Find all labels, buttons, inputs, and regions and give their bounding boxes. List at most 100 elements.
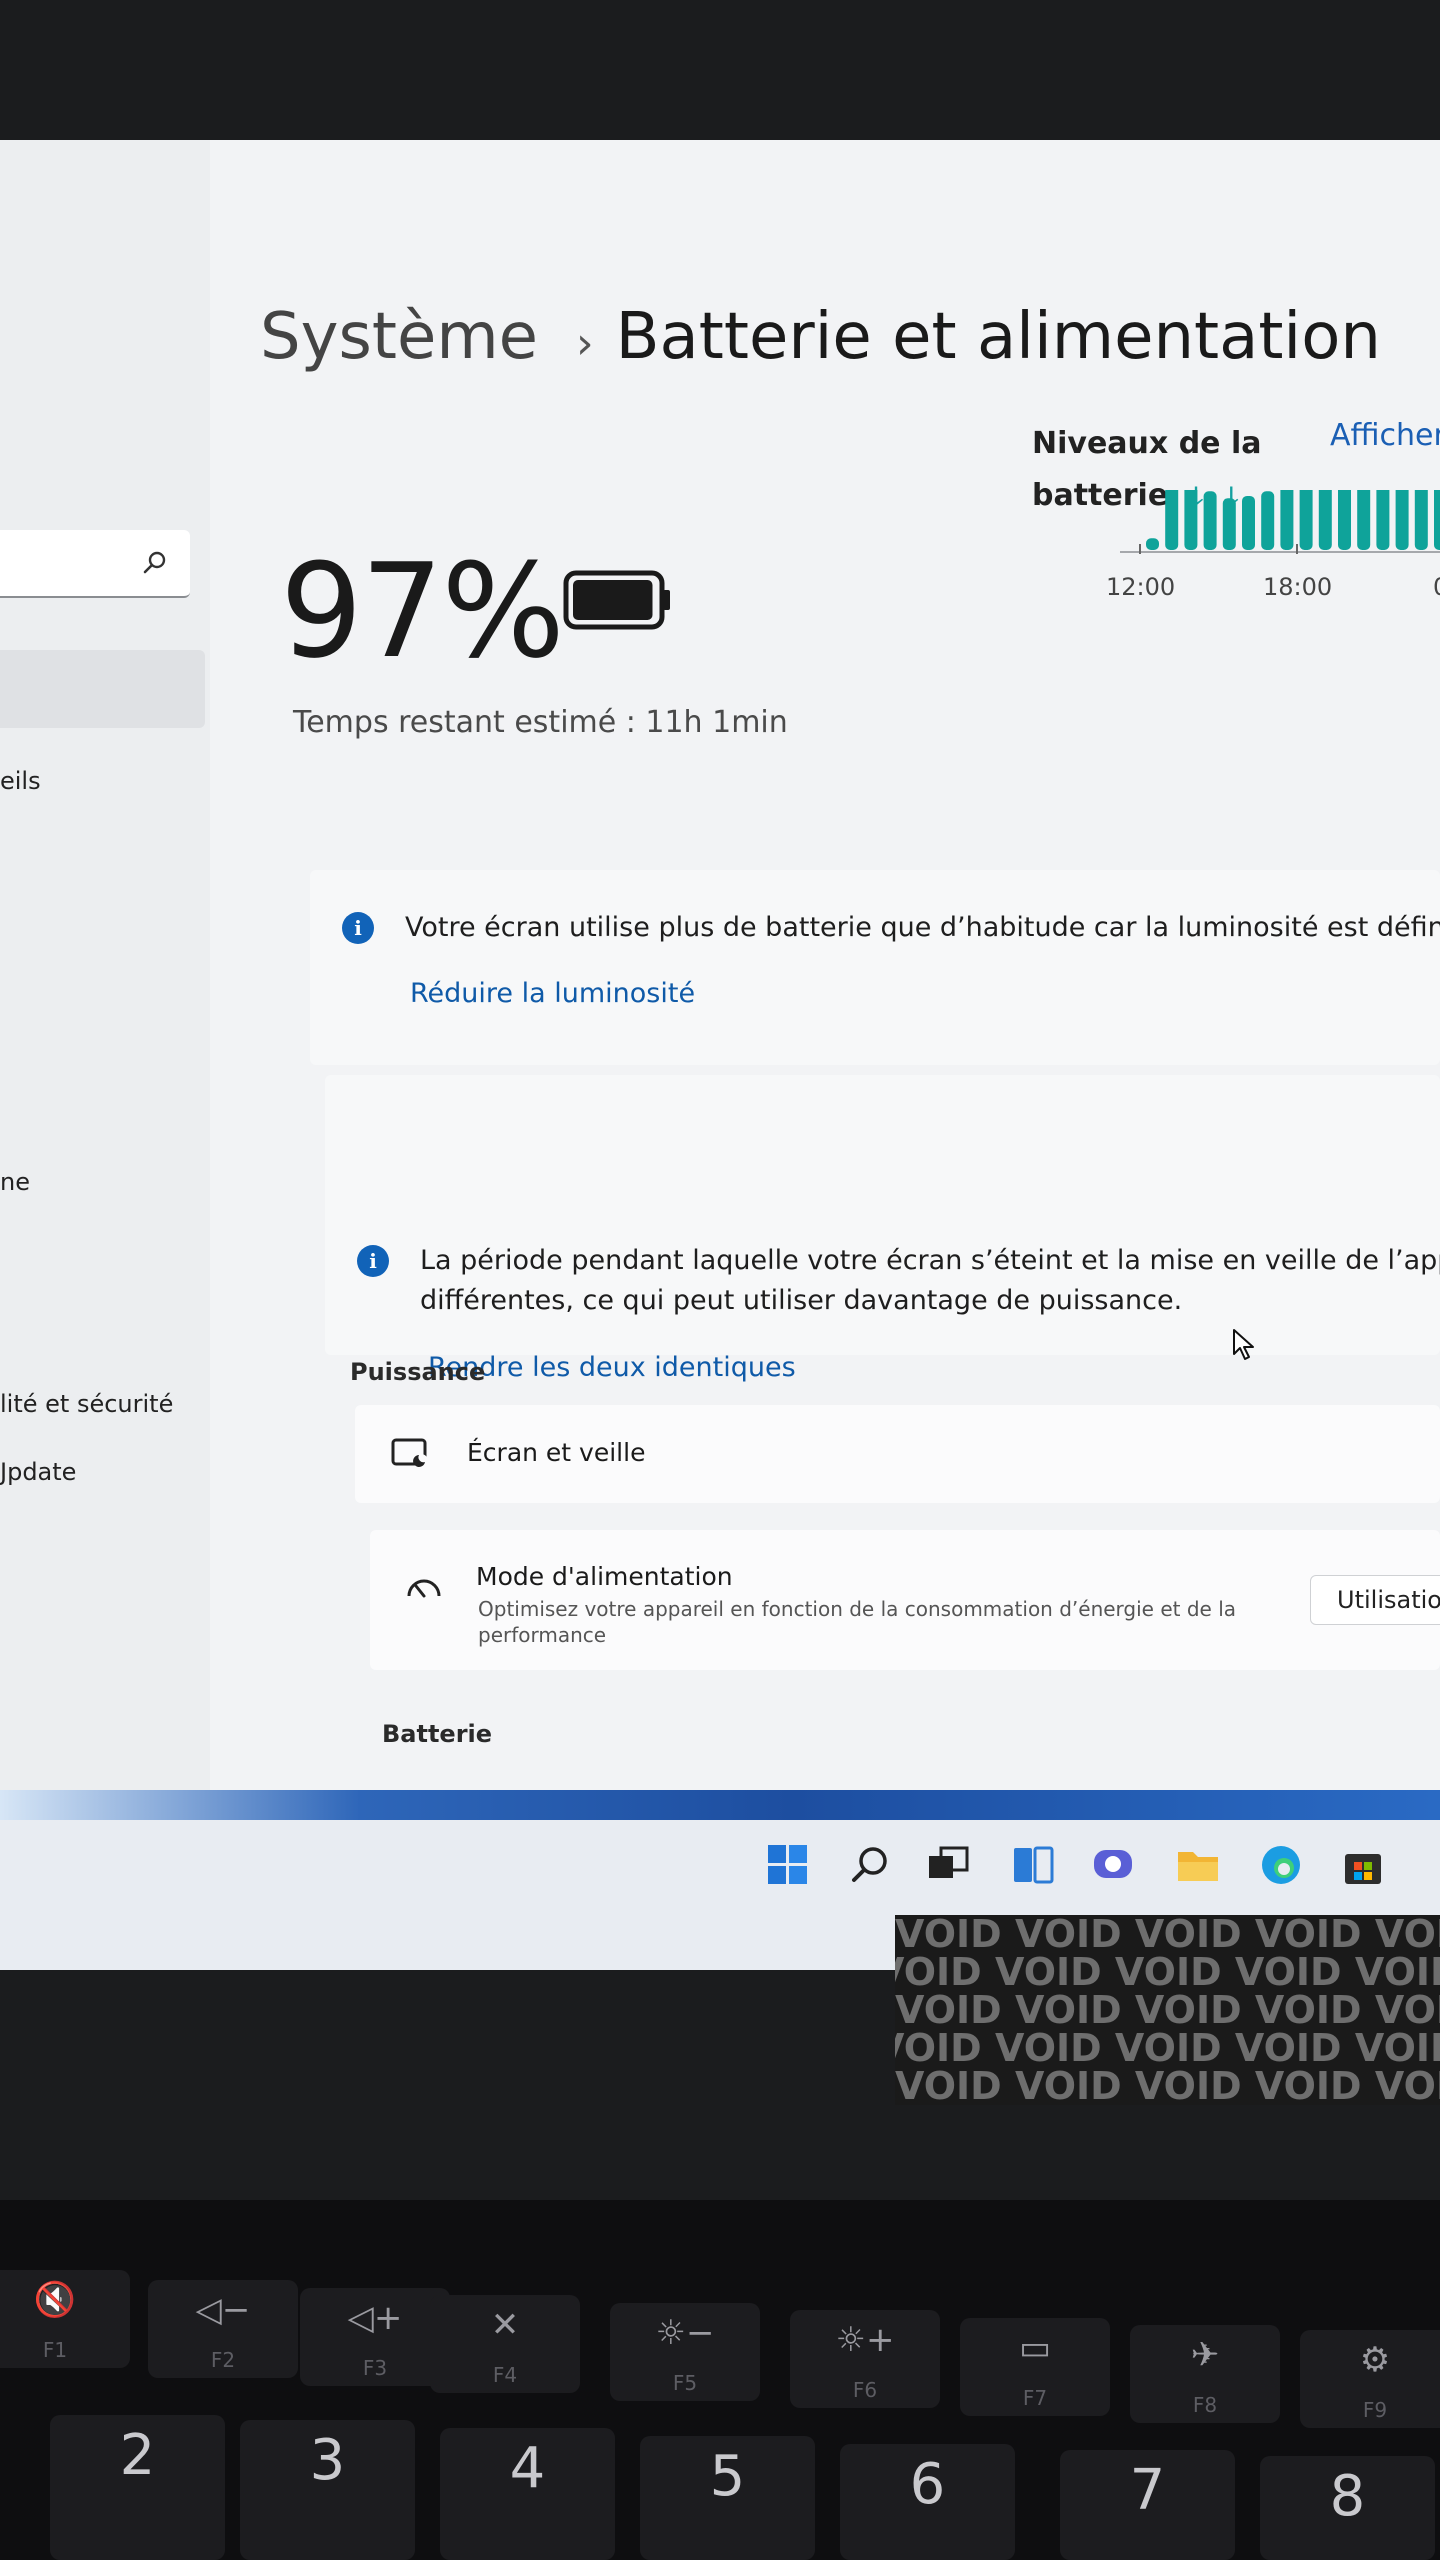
info-icon: i <box>357 1245 389 1277</box>
number-key-label: 4 <box>509 2436 546 2501</box>
screen-sleep-icon <box>391 1438 428 1468</box>
number-key[interactable]: 7 <box>1060 2450 1235 2560</box>
sticker-text-line: VOID VOID VOID VOID VOID VOID <box>895 2064 1440 2105</box>
info-card-brightness: i Votre écran utilise plus de batterie q… <box>310 870 1440 1065</box>
page-title: Batterie et alimentation <box>615 300 1381 374</box>
chart-bar <box>1376 490 1390 550</box>
widgets-icon[interactable] <box>1010 1842 1056 1888</box>
keyboard: 🔇 F1 ◁− F2 ◁+ F3 ✕ F4 ☼− F5 ☼+ F6 ▭ F7 ✈ F8 ⚙ F9 2 3 4 5 6 7 8 <box>0 2200 1440 2560</box>
function-key-glyph: 🔇 <box>33 2280 77 2320</box>
function-key[interactable]: ☼+ F6 <box>790 2310 940 2408</box>
number-key-label: 3 <box>309 2428 346 2493</box>
sidebar-item-selected[interactable] <box>0 650 205 728</box>
chart-bar <box>1165 490 1179 550</box>
function-key-glyph: ⚙ <box>1359 2340 1391 2380</box>
cursor-icon <box>1232 1328 1258 1366</box>
view-details-link[interactable]: Afficher <box>1330 418 1440 453</box>
sidebar: eils ne lité et sécurité Jpdate <box>0 140 210 1790</box>
info-card-sleep: i La période pendant laquelle votre écra… <box>325 1075 1440 1355</box>
start-icon[interactable] <box>765 1842 811 1888</box>
function-key[interactable]: ☼− F5 <box>610 2303 760 2401</box>
info-icon: i <box>342 912 374 944</box>
chart-bar <box>1299 490 1313 550</box>
power-mode-description-line: Optimisez votre appareil en fonction de … <box>478 1597 1237 1621</box>
chart-bar <box>1414 490 1428 550</box>
function-key[interactable]: ◁+ F3 <box>300 2288 450 2386</box>
power-mode-row[interactable]: Mode d'alimentation Optimisez votre appa… <box>370 1530 1440 1670</box>
breadcrumb: Système › Batterie et alimentation <box>260 300 1381 374</box>
number-key-label: 7 <box>1129 2458 1166 2523</box>
chart-bar <box>1146 538 1159 550</box>
number-key[interactable]: 5 <box>640 2436 815 2560</box>
function-key-label: F2 <box>210 2348 236 2372</box>
x-tick-label: 18:00 <box>1263 573 1332 601</box>
function-key-glyph: ◁+ <box>347 2298 403 2338</box>
function-key-label: F5 <box>672 2371 698 2395</box>
function-key[interactable]: ◁− F2 <box>148 2280 298 2378</box>
chart-bar <box>1338 490 1351 550</box>
section-label-battery: Batterie <box>382 1720 493 1748</box>
search-icon[interactable] <box>848 1842 894 1888</box>
time-remaining: Temps restant estimé : 11h 1min <box>293 705 788 740</box>
function-key[interactable]: ▭ F7 <box>960 2318 1110 2416</box>
edge-icon[interactable] <box>1258 1842 1304 1888</box>
sidebar-item-label[interactable]: Jpdate <box>0 1458 76 1486</box>
function-key-glyph: ☼+ <box>835 2320 895 2360</box>
power-mode-dropdown[interactable]: Utilisation <box>1310 1575 1440 1625</box>
chart-bar <box>1261 491 1275 550</box>
number-key[interactable]: 8 <box>1260 2456 1435 2560</box>
chart-bar <box>1357 490 1371 550</box>
breadcrumb-separator: › <box>576 318 594 369</box>
chart-bar <box>1434 490 1440 550</box>
chat-icon[interactable] <box>1090 1842 1136 1888</box>
function-key[interactable]: ✈ F8 <box>1130 2325 1280 2423</box>
desktop-wallpaper-strip <box>0 1790 1440 1820</box>
chart-bar <box>1242 495 1255 550</box>
chart-bar <box>1222 498 1236 550</box>
power-mode-description-line: performance <box>478 1623 607 1647</box>
sidebar-item-label[interactable]: lité et sécurité <box>0 1390 173 1418</box>
chart-bar <box>1318 490 1332 550</box>
function-key-label: F1 <box>42 2338 68 2362</box>
function-key[interactable]: 🔇 F1 <box>0 2270 130 2368</box>
x-tick-label: 00: <box>1433 573 1440 601</box>
number-key[interactable]: 2 <box>50 2415 225 2560</box>
file-explorer-icon[interactable] <box>1175 1842 1221 1888</box>
sticker-text-line: VOID VOID VOID VOID VOID VOID <box>895 2026 1440 2070</box>
section-label-power: Puissance <box>350 1358 486 1386</box>
function-key-label: F9 <box>1362 2398 1388 2422</box>
store-icon[interactable] <box>1340 1842 1386 1888</box>
screen-sleep-row[interactable]: Écran et veille <box>355 1405 1440 1503</box>
number-key[interactable]: 6 <box>840 2444 1015 2560</box>
function-key-glyph: ✈ <box>1190 2335 1220 2375</box>
function-key-label: F6 <box>852 2378 878 2402</box>
settings-window: eils ne lité et sécurité Jpdate Système … <box>0 140 1440 1970</box>
chart-title-line: Niveaux de la <box>1032 426 1262 461</box>
function-key-glyph: ◁− <box>195 2290 251 2330</box>
info-text: différentes, ce qui peut utiliser davant… <box>420 1285 1183 1316</box>
task-view-icon[interactable] <box>925 1842 971 1888</box>
breadcrumb-parent[interactable]: Système <box>260 300 538 374</box>
void-sticker: VOID VOID VOID VOID VOID VOID VOID VOID … <box>895 1915 1440 2105</box>
search-input[interactable] <box>0 530 190 598</box>
function-key-label: F4 <box>492 2363 518 2387</box>
info-text: La période pendant laquelle votre écran … <box>420 1245 1440 1276</box>
number-key[interactable]: 4 <box>440 2428 615 2560</box>
sidebar-item-label[interactable]: ne <box>0 1168 30 1196</box>
function-key-label: F7 <box>1022 2386 1048 2410</box>
function-key-glyph: ✕ <box>490 2305 520 2345</box>
x-tick-label: 12:00 <box>1106 573 1175 601</box>
number-key-label: 2 <box>119 2423 156 2488</box>
chart-bar <box>1395 490 1409 550</box>
sticker-text-line: VOID VOID VOID VOID VOID VOID <box>895 1915 1440 1956</box>
reduce-brightness-link[interactable]: Réduire la luminosité <box>410 978 695 1009</box>
function-key[interactable]: ⚙ F9 <box>1300 2330 1440 2428</box>
sticker-text-line: VOID VOID VOID VOID VOID VOID <box>895 1988 1440 2032</box>
sidebar-item-label[interactable]: eils <box>0 767 41 795</box>
function-key-glyph: ▭ <box>1018 2328 1052 2368</box>
function-key[interactable]: ✕ F4 <box>430 2295 580 2393</box>
battery-percent: 97% <box>280 535 565 687</box>
number-key[interactable]: 3 <box>240 2420 415 2560</box>
battery-level-chart: 100 %50 %12:0018:0000: <box>1106 490 1440 601</box>
search-icon <box>143 551 166 574</box>
